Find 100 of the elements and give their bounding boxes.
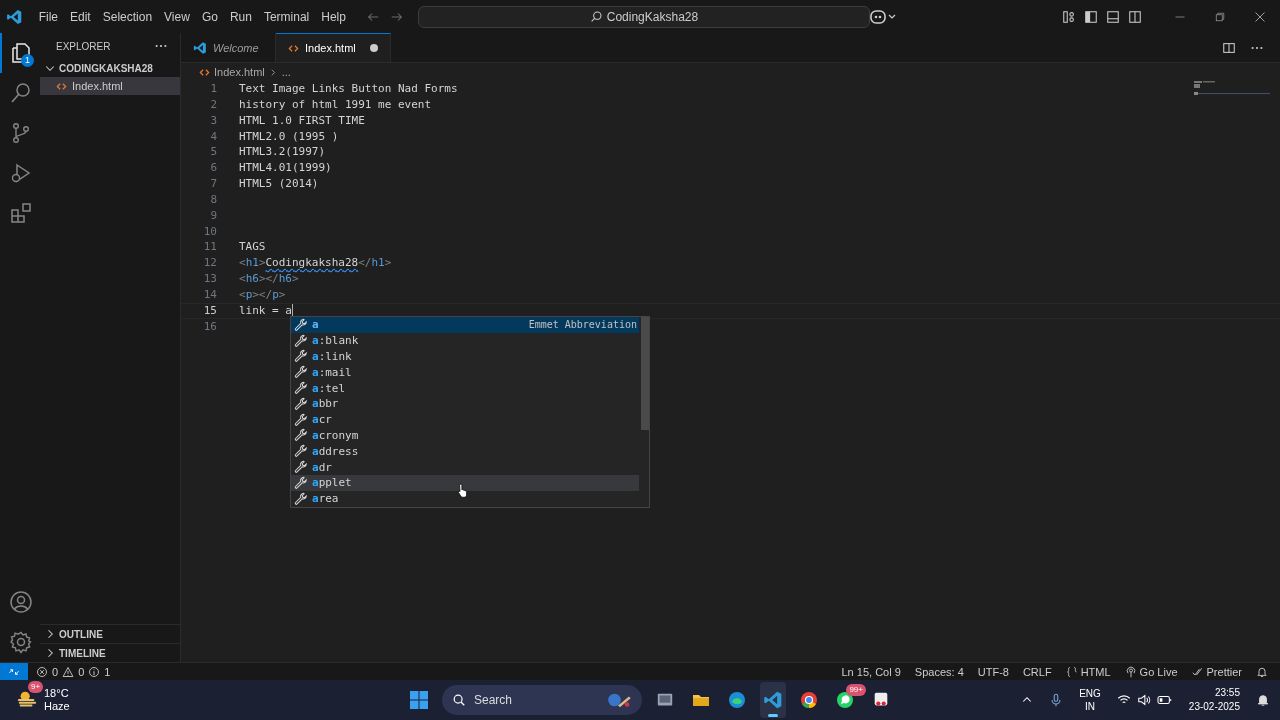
status-item[interactable]: Ln 15, Col 9 [841, 665, 901, 678]
line-number: 13 [202, 271, 217, 287]
suggestion-item[interactable]: adr [291, 459, 639, 475]
menu-item[interactable]: Help [315, 6, 352, 27]
menu-item[interactable]: Run [223, 6, 258, 27]
snip-icon[interactable] [872, 691, 890, 709]
split-editor-icon[interactable] [1222, 40, 1236, 55]
line-number: 2 [209, 96, 217, 113]
status-item[interactable]: Spaces: 4 [914, 665, 964, 678]
suggestion-item[interactable]: a:tel [291, 380, 639, 396]
menu-item[interactable]: Terminal [257, 6, 316, 27]
chrome-icon[interactable] [799, 690, 819, 710]
code-line: HTML2.0 (1995 ) [239, 128, 339, 145]
folder-row[interactable]: CODINGKAKSHA28 [40, 59, 180, 77]
remote-button[interactable] [0, 663, 28, 680]
status-item[interactable]: CRLF [1022, 665, 1052, 678]
language-indicator[interactable]: ENG IN [1079, 687, 1101, 713]
section-header[interactable]: OUTLINE [40, 624, 180, 643]
speaker-icon[interactable] [1136, 693, 1151, 707]
clock[interactable]: 23:55 23-02-2025 [1188, 686, 1240, 714]
status-item[interactable]: Prettier [1191, 665, 1242, 678]
code-line: <h6></h6> [239, 271, 299, 287]
wrench-icon [294, 428, 308, 443]
status-item[interactable]: UTF-8 [977, 665, 1009, 678]
wrench-icon [294, 444, 308, 459]
extensions-icon[interactable] [9, 201, 33, 225]
wrench-icon [294, 396, 308, 411]
account-icon[interactable] [9, 590, 33, 614]
suggestion-item[interactable]: area [291, 490, 639, 507]
breadcrumb-item[interactable]: Index.html [214, 66, 265, 78]
code-line: <h1>Codingkaksha28</h1> [239, 255, 392, 272]
vscode-logo-icon [6, 7, 23, 26]
settings-icon[interactable] [9, 630, 33, 654]
code-line: HTML 1.0 FIRST TIME [239, 112, 365, 129]
menu-item[interactable]: Selection [96, 6, 159, 27]
suggestion-item[interactable]: applet [291, 474, 639, 491]
notification-bell-icon[interactable] [1256, 693, 1270, 707]
sidebar-toggle-icon[interactable] [1084, 9, 1098, 24]
menu-item[interactable]: View [158, 6, 196, 27]
code-line: HTML3.2(1997) [239, 144, 326, 161]
suggestion-item[interactable]: abbr [291, 396, 639, 412]
html-file-icon [199, 66, 210, 78]
suggestion-item[interactable]: a:link [291, 348, 639, 365]
run-debug-icon[interactable] [9, 161, 33, 185]
wrench-icon [294, 491, 308, 506]
search-icon[interactable] [9, 81, 33, 105]
suggestion-item[interactable]: acr [291, 411, 639, 428]
hand-cursor-icon [457, 483, 469, 498]
chat-icon[interactable] [835, 690, 855, 710]
line-number: 1 [209, 81, 217, 97]
line-number: 11 [202, 239, 217, 256]
line-number: 7 [209, 176, 217, 192]
problems-status[interactable]: 0 0 1 [36, 665, 111, 678]
suggestion-item[interactable]: a Emmet Abbreviation [291, 317, 639, 333]
notification-badge: 99+ [846, 684, 866, 696]
suggestion-item[interactable]: a:mail [291, 364, 639, 381]
search-box[interactable]: Search [442, 685, 642, 715]
code-line: Text Image Links Button Nad Forms [239, 81, 458, 97]
files-icon[interactable] [9, 41, 33, 65]
layout-icon[interactable] [1062, 9, 1076, 24]
file-tree-item[interactable]: Index.html [40, 77, 180, 95]
notification-badge: 9+ [28, 681, 44, 693]
start-icon[interactable] [409, 690, 429, 710]
temperature: 18°C [44, 687, 70, 700]
search-icon [589, 10, 603, 23]
status-item[interactable]: Go Live [1124, 665, 1178, 678]
notification-badge: 1 [21, 54, 34, 67]
html-file-icon [56, 80, 67, 92]
problem-count: 1 [104, 665, 111, 678]
restore-icon[interactable] [1214, 10, 1226, 23]
close-icon[interactable] [1254, 10, 1266, 23]
editor-tab[interactable]: Index.html [276, 33, 391, 62]
menu-item[interactable]: Edit [64, 6, 97, 27]
problem-count: 0 [78, 665, 85, 678]
code-line: HTML4.01(1999) [239, 160, 332, 177]
browser-icon[interactable] [727, 690, 747, 710]
status-item[interactable]: HTML [1065, 665, 1111, 678]
panel-title: EXPLORER [56, 40, 111, 52]
split-layout-icon[interactable] [1128, 9, 1142, 24]
braces-icon [1065, 665, 1078, 678]
panel-toggle-icon[interactable] [1106, 9, 1120, 24]
line-number: 15 [202, 303, 217, 318]
line-number: 10 [202, 223, 217, 240]
problem-count: 0 [52, 665, 59, 678]
suggestion-item[interactable]: acronym [291, 427, 639, 444]
copilot-icon[interactable] [870, 8, 896, 25]
wrench-icon [294, 412, 308, 427]
vscode-logo-icon [193, 40, 207, 55]
line-number: 5 [209, 144, 217, 161]
menu-item[interactable]: Go [195, 6, 224, 27]
breadcrumb-item[interactable]: ... [281, 66, 291, 78]
battery-icon[interactable] [1156, 693, 1173, 707]
command-center[interactable]: CodingKaksha28 [417, 5, 870, 28]
warning-icon [62, 665, 75, 678]
suggestion-item[interactable]: a:blank [291, 332, 639, 349]
scrollbar-thumb[interactable] [641, 317, 649, 430]
wrench-icon [294, 365, 308, 380]
suggestion-item[interactable]: address [291, 443, 639, 460]
menu-item[interactable]: File [32, 6, 64, 27]
status-item[interactable] [1256, 665, 1268, 678]
